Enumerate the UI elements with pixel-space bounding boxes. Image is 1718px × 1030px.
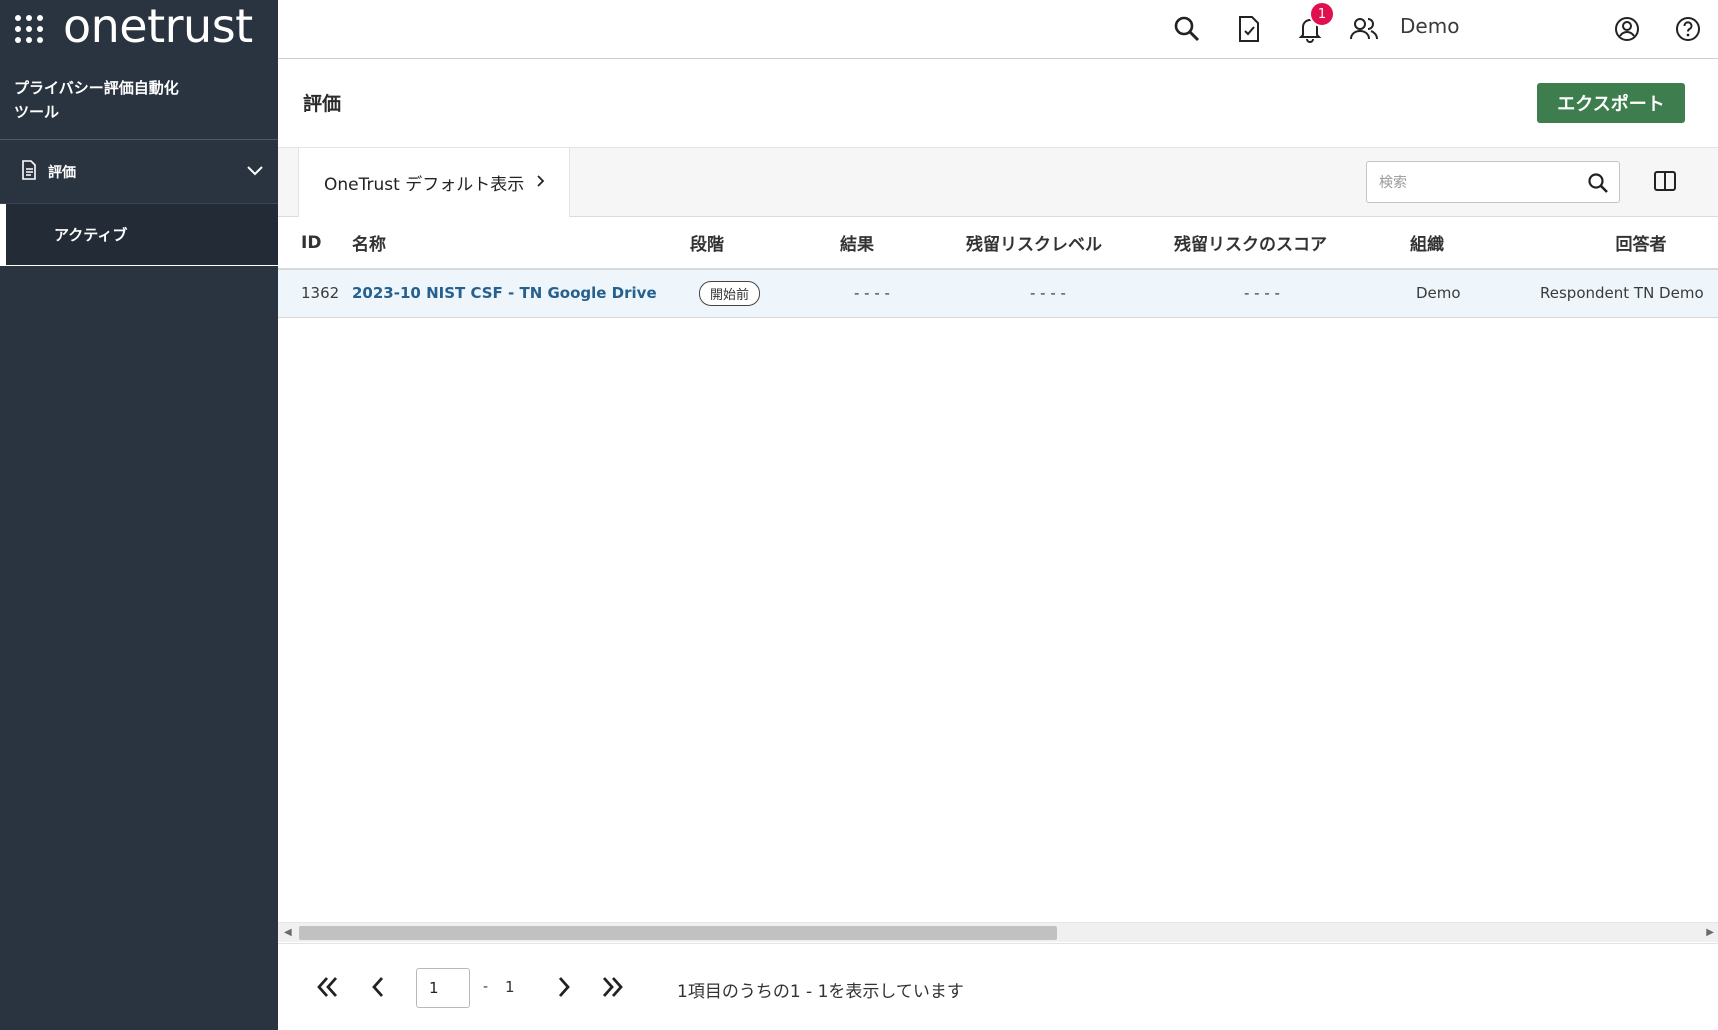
search-icon[interactable] <box>1171 13 1203 45</box>
first-page-icon[interactable] <box>312 971 344 1003</box>
columns-toggle-icon[interactable] <box>1650 166 1680 196</box>
filter-bar: OneTrust デフォルト表示 <box>278 148 1718 217</box>
search-input[interactable] <box>1379 172 1569 194</box>
respondent-value: Respondent TN Demo <box>1540 284 1704 303</box>
view-selector[interactable]: OneTrust デフォルト表示 <box>298 148 570 217</box>
table-header-row: ID 名称 段階 結果 残留リスクレベル 残留リスクのスコア 組織 回答者 <box>278 217 1718 270</box>
total-pages: 1 <box>505 978 515 996</box>
cell-residual-score: - - - - <box>1174 269 1410 318</box>
assessments-table: ID 名称 段階 結果 残留リスクレベル 残留リスクのスコア 組織 回答者 13… <box>278 217 1718 922</box>
residual-score-value: - - - - <box>1244 284 1280 303</box>
previous-page-icon[interactable] <box>362 971 394 1003</box>
account-icon[interactable] <box>1611 13 1643 45</box>
chevron-right-icon <box>536 173 546 193</box>
app-launcher-icon[interactable] <box>15 15 43 43</box>
top-bar: 1 Demo <box>278 0 1718 59</box>
stage-badge: 開始前 <box>699 280 761 306</box>
search-icon[interactable] <box>1587 172 1609 198</box>
module-title: プライバシー評価自動化 ツール <box>0 58 278 140</box>
cell-residual-level: - - - - <box>966 269 1174 318</box>
last-page-icon[interactable] <box>596 971 628 1003</box>
users-icon[interactable] <box>1348 13 1380 45</box>
residual-level-value: - - - - <box>1030 284 1066 303</box>
cell-name: 2023-10 NIST CSF - TN Google Drive <box>352 269 690 318</box>
next-page-icon[interactable] <box>548 971 580 1003</box>
task-document-icon[interactable] <box>1233 13 1265 45</box>
column-header-org[interactable]: 組織 <box>1410 217 1524 270</box>
brand-bar: onetrust <box>0 0 278 58</box>
page-separator: - <box>483 979 489 995</box>
pagination-summary: 1項目のうちの1 - 1を表示しています <box>677 982 964 1002</box>
notification-bell-icon[interactable]: 1 <box>1294 1 1335 45</box>
cell-id: 1362 <box>278 269 352 318</box>
notification-badge: 1 <box>1309 1 1335 27</box>
view-selector-label: OneTrust デフォルト表示 <box>324 175 525 195</box>
cell-stage: 開始前 <box>690 269 840 318</box>
table-row[interactable]: 1362 2023-10 NIST CSF - TN Google Drive … <box>278 269 1718 318</box>
page-title: 評価 <box>303 93 342 115</box>
sidebar-group-assessments[interactable]: 評価 <box>0 140 278 204</box>
column-header-residual-level[interactable]: 残留リスクレベル <box>966 217 1174 270</box>
pagination: - 1 1項目のうちの1 - 1を表示しています <box>278 943 1718 1030</box>
help-icon[interactable] <box>1672 13 1704 45</box>
page-header: 評価 エクスポート <box>278 59 1718 148</box>
sidebar-item-active[interactable]: アクティブ <box>0 204 278 266</box>
user-name[interactable]: Demo <box>1400 14 1459 38</box>
scrollbar-thumb[interactable] <box>299 926 1057 940</box>
search-box <box>1366 161 1620 203</box>
chevron-down-icon[interactable] <box>246 162 264 181</box>
page-number-input[interactable] <box>416 968 470 1008</box>
cell-org: Demo <box>1410 269 1524 318</box>
assessment-link[interactable]: 2023-10 NIST CSF - TN Google Drive <box>352 284 657 302</box>
org-value: Demo <box>1416 284 1461 303</box>
column-header-result[interactable]: 結果 <box>840 217 966 270</box>
export-button[interactable]: エクスポート <box>1537 83 1685 123</box>
column-header-stage[interactable]: 段階 <box>690 217 840 270</box>
column-header-residual-score[interactable]: 残留リスクのスコア <box>1174 217 1410 270</box>
sidebar-group-label: 評価 <box>48 164 76 181</box>
scroll-left-icon[interactable]: ◀ <box>284 927 292 938</box>
scroll-right-icon[interactable]: ▶ <box>1706 927 1714 938</box>
document-icon <box>20 159 38 184</box>
column-header-respondent[interactable]: 回答者 <box>1524 217 1718 270</box>
onetrust-logo[interactable]: onetrust <box>63 3 253 49</box>
cell-result: - - - - <box>840 269 966 318</box>
cell-respondent: Respondent TN Demo <box>1524 269 1718 318</box>
horizontal-scrollbar[interactable]: ◀ ▶ <box>278 922 1718 942</box>
sidebar: onetrust プライバシー評価自動化 ツール 評価 アクティブ <box>0 0 278 1030</box>
column-header-name[interactable]: 名称 <box>352 217 690 270</box>
column-header-id[interactable]: ID <box>278 217 352 270</box>
result-value: - - - - <box>854 284 890 303</box>
